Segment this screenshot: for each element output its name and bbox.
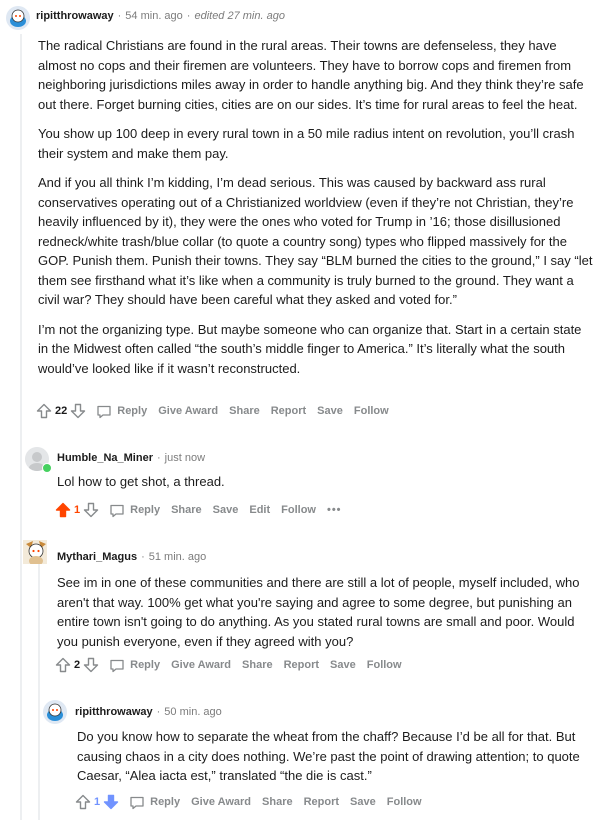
reply-button[interactable]: Reply <box>129 795 180 810</box>
follow-button[interactable]: Follow <box>367 659 402 671</box>
online-status-icon <box>42 463 52 473</box>
comment-paragraph: You show up 100 deep in every rural town… <box>38 126 575 161</box>
share-button[interactable]: Share <box>242 659 273 671</box>
reply-label: Reply <box>130 659 161 671</box>
edited-label: edited 27 min. ago <box>194 10 285 22</box>
username[interactable]: Mythari_Magus <box>57 551 137 563</box>
report-button[interactable]: Report <box>271 405 306 417</box>
snoo-avatar-icon <box>43 700 67 724</box>
report-button[interactable]: Report <box>284 659 319 671</box>
snoo-costume-avatar-icon <box>26 541 46 564</box>
reply-button[interactable]: Reply <box>109 503 160 518</box>
vote-count: 1 <box>74 504 81 516</box>
thread-line[interactable] <box>20 34 22 820</box>
reply-label: Reply <box>117 405 148 417</box>
timestamp[interactable]: 51 min. ago <box>149 551 206 563</box>
timestamp[interactable]: 50 min. ago <box>164 706 221 718</box>
comment-paragraph: Lol how to get shot, a thread. <box>57 474 225 489</box>
username[interactable]: ripitthrowaway <box>36 10 114 22</box>
share-button[interactable]: Share <box>171 504 202 516</box>
reply-button[interactable]: Reply <box>96 404 147 419</box>
comment-body: The radical Christians are found in the … <box>38 36 593 388</box>
comment-icon <box>109 503 125 518</box>
comment-body: Lol how to get shot, a thread. <box>57 472 587 502</box>
comment-icon <box>129 795 145 810</box>
comment-paragraph: I’m not the organizing type. But maybe s… <box>38 321 582 376</box>
snoo-avatar-icon <box>6 6 30 30</box>
downvote-icon[interactable] <box>70 403 86 419</box>
save-button[interactable]: Save <box>350 796 376 808</box>
upvote-icon[interactable] <box>75 794 91 810</box>
upvote-icon[interactable] <box>55 502 71 518</box>
give-award-button[interactable]: Give Award <box>191 796 251 808</box>
upvote-icon[interactable] <box>36 403 52 419</box>
vote-count: 2 <box>74 659 81 671</box>
comment-paragraph: See im in one of these communities and t… <box>57 575 580 649</box>
downvote-icon[interactable] <box>103 794 119 810</box>
comment-paragraph: Do you know how to separate the wheat fr… <box>77 729 580 783</box>
separator: · <box>141 551 145 563</box>
vote-controls: 2 <box>55 657 99 673</box>
give-award-button[interactable]: Give Award <box>158 405 218 417</box>
timestamp[interactable]: 54 min. ago <box>125 10 182 22</box>
reply-label: Reply <box>130 504 161 516</box>
comment-body: See im in one of these communities and t… <box>57 573 597 661</box>
give-award-button[interactable]: Give Award <box>171 659 231 671</box>
avatar[interactable] <box>43 700 67 724</box>
comment-actions: 2 Reply Give Award Share Report Save Fol… <box>55 657 413 673</box>
comment-paragraph: The radical Christians are found in the … <box>38 38 584 112</box>
timestamp[interactable]: just now <box>165 452 205 464</box>
share-button[interactable]: Share <box>229 405 260 417</box>
comment-body: Do you know how to separate the wheat fr… <box>77 727 589 796</box>
follow-button[interactable]: Follow <box>387 796 422 808</box>
reply-label: Reply <box>150 796 181 808</box>
downvote-icon[interactable] <box>83 502 99 518</box>
share-button[interactable]: Share <box>262 796 293 808</box>
follow-button[interactable]: Follow <box>354 405 389 417</box>
comment-icon <box>109 658 125 673</box>
vote-controls: 1 <box>55 502 99 518</box>
save-button[interactable]: Save <box>330 659 356 671</box>
save-button[interactable]: Save <box>317 405 343 417</box>
downvote-icon[interactable] <box>83 657 99 673</box>
separator: · <box>156 706 161 718</box>
comment-actions: 22 Reply Give Award Share Report Save Fo… <box>36 403 400 419</box>
comment-actions: 1 Reply Share Save Edit Follow ••• <box>55 502 353 518</box>
reply-button[interactable]: Reply <box>109 658 160 673</box>
vote-controls: 22 <box>36 403 86 419</box>
avatar[interactable] <box>6 6 30 30</box>
report-button[interactable]: Report <box>304 796 339 808</box>
avatar[interactable] <box>23 540 47 564</box>
save-button[interactable]: Save <box>213 504 239 516</box>
vote-count: 22 <box>55 405 68 417</box>
vote-controls: 1 <box>75 794 119 810</box>
comment-icon <box>96 404 112 419</box>
upvote-icon[interactable] <box>55 657 71 673</box>
separator: · <box>156 452 161 464</box>
thread-line[interactable] <box>38 562 40 820</box>
username[interactable]: ripitthrowaway <box>75 706 153 718</box>
more-options-icon[interactable]: ••• <box>327 504 342 516</box>
follow-button[interactable]: Follow <box>281 504 316 516</box>
comment-actions: 1 Reply Give Award Share Report Save Fol… <box>75 794 433 810</box>
edit-button[interactable]: Edit <box>249 504 270 516</box>
comment-paragraph: And if you all think I’m kidding, I’m de… <box>38 175 593 307</box>
separator: · <box>117 10 122 22</box>
username[interactable]: Humble_Na_Miner <box>57 452 153 464</box>
separator: · <box>186 10 191 22</box>
vote-count: 1 <box>94 796 101 808</box>
